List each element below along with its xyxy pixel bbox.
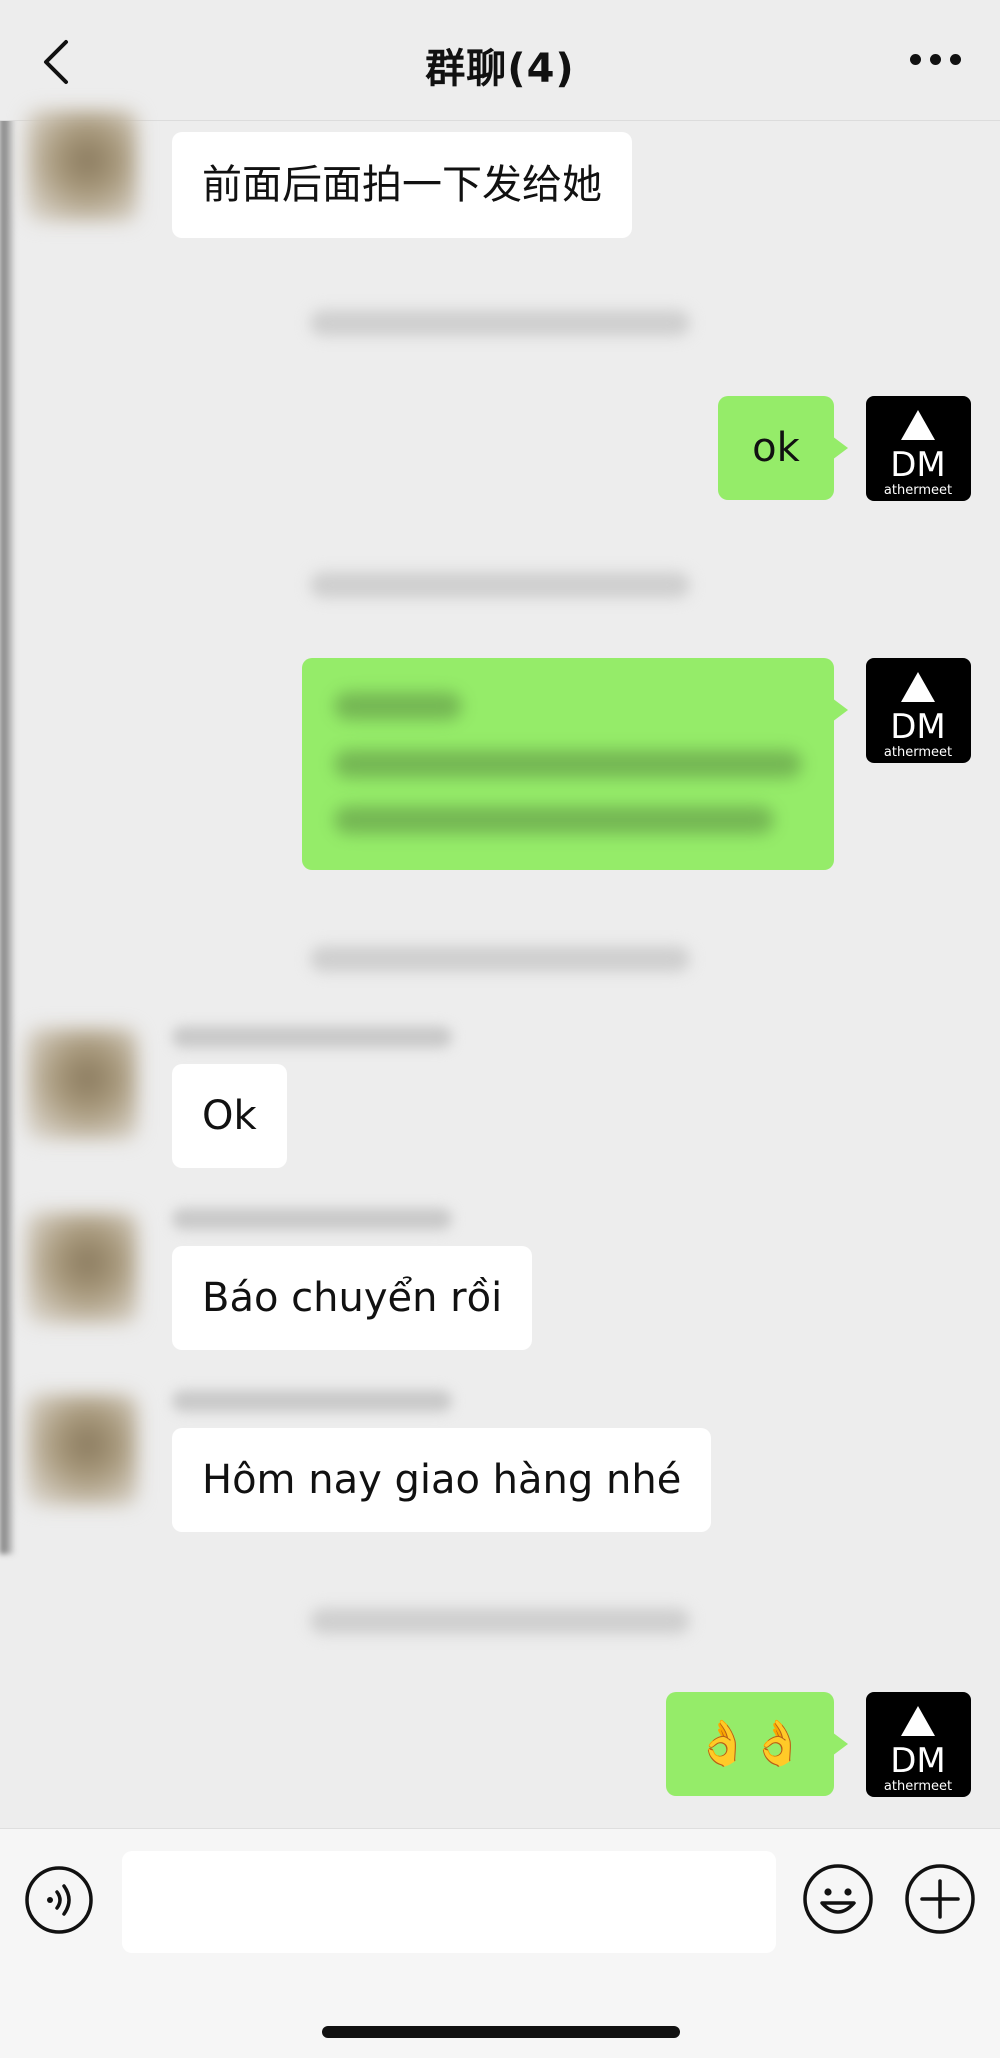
- timestamp: [310, 1608, 690, 1634]
- timestamp: [310, 946, 690, 972]
- input-bar: [0, 1828, 1000, 2058]
- message-bubble[interactable]: 👌👌: [666, 1692, 848, 1796]
- plus-icon[interactable]: [904, 1863, 976, 1935]
- logo-text: athermeet: [884, 483, 952, 498]
- message-text: 前面后面拍一下发给她: [202, 162, 602, 208]
- message-text: Hôm nay giao hàng nhé: [202, 1457, 682, 1503]
- home-indicator[interactable]: [322, 2026, 680, 2038]
- message-bubble[interactable]: [302, 658, 848, 870]
- message-bubble[interactable]: Ok: [172, 1064, 287, 1168]
- sender-name: [172, 1208, 452, 1230]
- blurred-text: [334, 750, 802, 778]
- avatar[interactable]: DM athermeet: [866, 1692, 971, 1797]
- timestamp: [310, 572, 690, 598]
- emoji-icon[interactable]: [802, 1863, 874, 1935]
- avatar[interactable]: [26, 110, 138, 222]
- avatar[interactable]: [26, 1028, 138, 1140]
- voice-icon[interactable]: [24, 1865, 94, 1935]
- logo-letters: DM: [890, 1741, 946, 1781]
- message-bubble[interactable]: Hôm nay giao hàng nhé: [172, 1428, 712, 1532]
- blurred-text: [334, 806, 774, 834]
- avatar[interactable]: [26, 1212, 138, 1324]
- background-edge: [0, 108, 14, 1554]
- chat-header: 群聊(4): [0, 0, 1000, 121]
- logo-letters: DM: [890, 445, 946, 485]
- sender-name: [172, 1390, 452, 1412]
- message-text: Báo chuyển rồi: [202, 1275, 503, 1321]
- message-bubble[interactable]: Báo chuyển rồi: [172, 1246, 533, 1350]
- message-text: Ok: [202, 1093, 257, 1139]
- avatar[interactable]: [26, 1394, 138, 1506]
- message-bubble[interactable]: 前面后面拍一下发给她: [172, 132, 632, 238]
- sender-name: [172, 1026, 452, 1048]
- avatar[interactable]: DM athermeet: [866, 396, 971, 501]
- logo-text: athermeet: [884, 1779, 952, 1794]
- chat-screen: 群聊(4) 前面后面拍一下发给她 ok DM athermeet DM athe…: [0, 0, 1000, 2058]
- ellipsis-icon[interactable]: [910, 54, 962, 68]
- logo-text: athermeet: [884, 745, 952, 760]
- message-text: ok: [752, 425, 800, 471]
- message-text: 👌👌: [695, 1718, 805, 1769]
- blurred-text: [334, 692, 462, 720]
- logo-letters: DM: [890, 707, 946, 747]
- timestamp: [310, 310, 690, 336]
- message-bubble[interactable]: ok: [718, 396, 848, 500]
- avatar[interactable]: DM athermeet: [866, 658, 971, 763]
- message-input[interactable]: [122, 1851, 776, 1953]
- chat-title: 群聊(4): [425, 46, 575, 92]
